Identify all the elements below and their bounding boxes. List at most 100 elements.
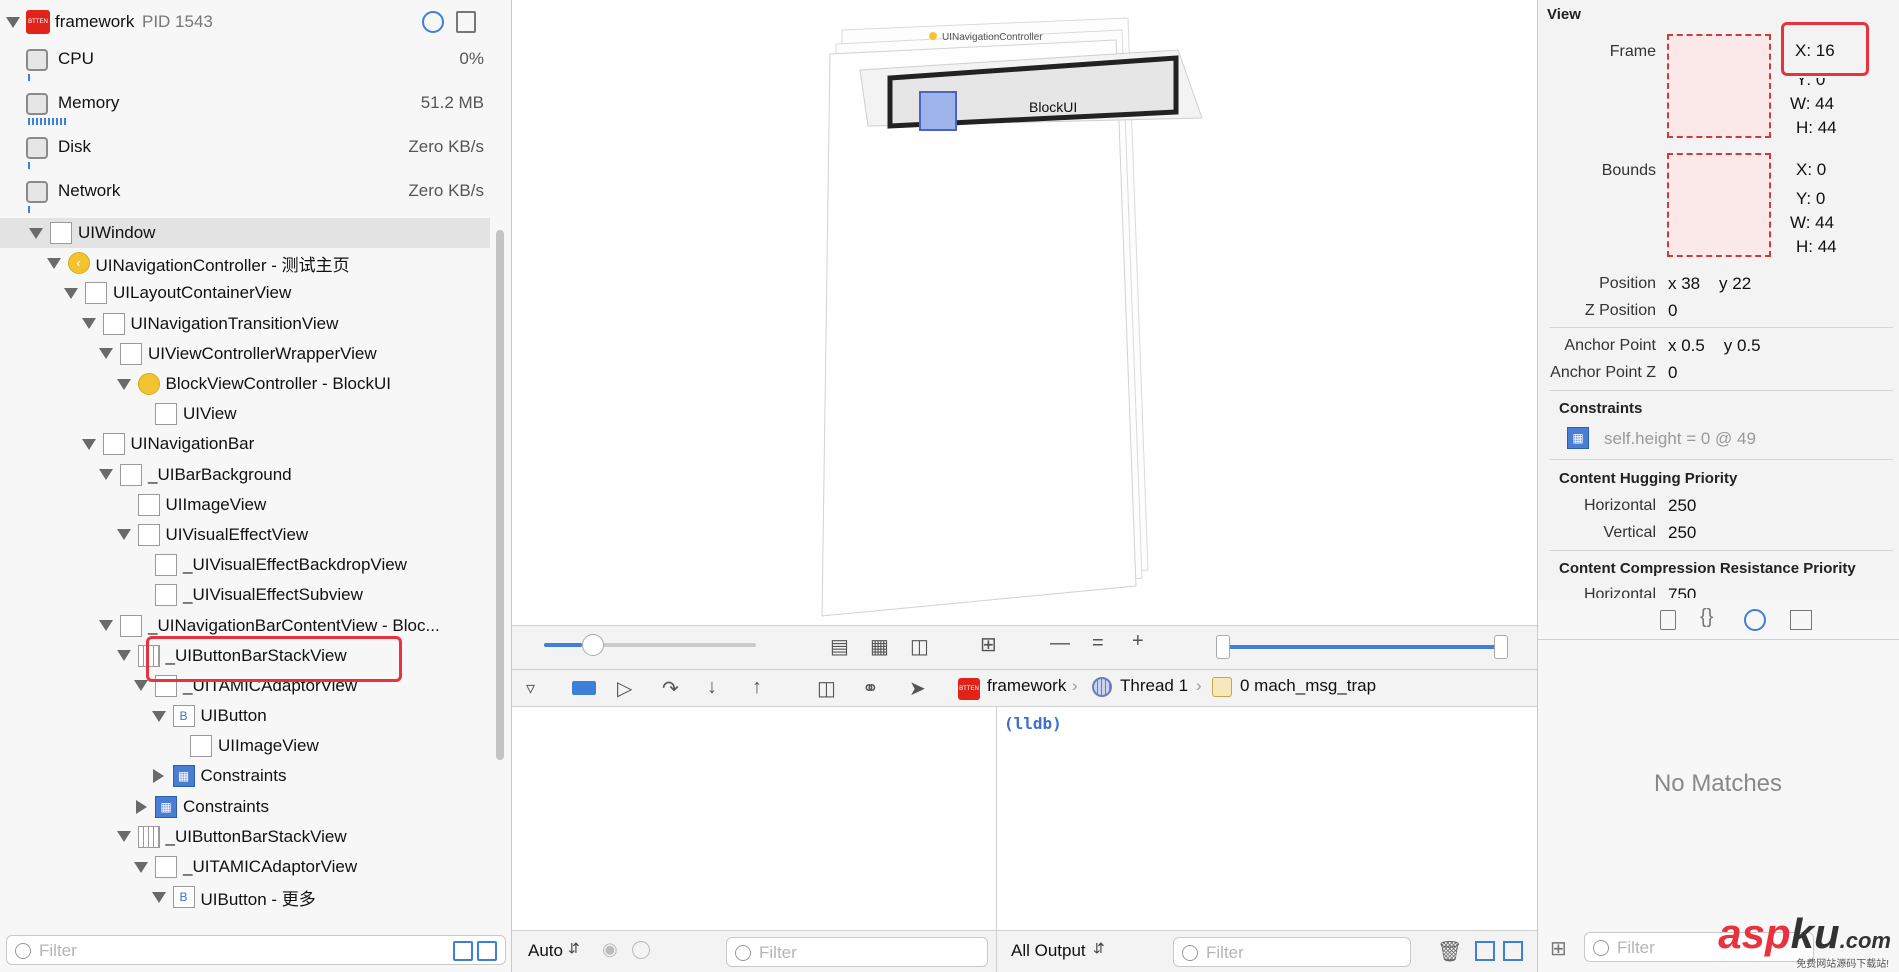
range-slider-right-thumb[interactable]	[1494, 635, 1508, 659]
disclosure-open-icon[interactable]	[116, 650, 131, 662]
disclosure-toggle[interactable]	[98, 618, 114, 634]
disclosure-open-icon[interactable]	[116, 529, 131, 541]
tree-row[interactable]: UIWindow	[0, 218, 490, 248]
tree-row[interactable]: ‹ UINavigationController - 测试主页	[0, 248, 490, 278]
debug-memory-graph-icon[interactable]: ⚭	[862, 676, 879, 701]
disclosure-open-icon[interactable]	[99, 620, 113, 632]
disclosure-toggle[interactable]	[116, 648, 132, 664]
range-slider-track[interactable]	[1216, 635, 1508, 659]
orient-3d-icon[interactable]: ⊞	[980, 632, 997, 657]
anchor-point-z-value[interactable]: 0	[1668, 363, 1677, 383]
hide-debug-area-icon[interactable]: ▿	[526, 678, 535, 699]
disclosure-toggle[interactable]	[81, 436, 97, 452]
disclosure-open-icon[interactable]	[46, 257, 61, 269]
navigator-filter-field[interactable]: Filter	[6, 935, 506, 965]
clip-content-icon[interactable]: ▤	[830, 634, 849, 659]
spacing-slider-track[interactable]	[544, 634, 756, 656]
range-slider-left-thumb[interactable]	[1216, 635, 1230, 659]
disclosure-open-icon[interactable]	[134, 861, 148, 873]
info-icon[interactable]	[632, 941, 650, 959]
disclosure-open-icon[interactable]	[81, 438, 96, 450]
frame-w[interactable]: W: 44	[1790, 94, 1834, 114]
change-mode-icon[interactable]: ◫	[910, 634, 929, 659]
split-left-icon[interactable]	[1475, 941, 1495, 961]
disclosure-open-icon[interactable]	[29, 227, 43, 239]
tree-row[interactable]: UINavigationTransitionView	[0, 309, 490, 339]
zoom-out-icon[interactable]: —	[1050, 632, 1070, 655]
disclosure-open-icon[interactable]	[151, 710, 166, 722]
disclosure-open-icon[interactable]	[151, 891, 166, 903]
disclosure-toggle[interactable]	[151, 889, 167, 905]
bounds-w[interactable]: W: 44	[1790, 213, 1834, 233]
simulate-location-icon[interactable]: ➤	[909, 676, 926, 701]
tree-row[interactable]: B UIButton - 更多	[0, 882, 490, 912]
position-value[interactable]: x 38 y 22	[1668, 274, 1751, 294]
frame-h[interactable]: H: 44	[1796, 118, 1837, 138]
disclosure-toggle[interactable]	[151, 768, 167, 784]
disclosure-open-icon[interactable]	[99, 348, 113, 360]
disclosure-open-icon[interactable]	[116, 378, 131, 390]
compression-h-value[interactable]: 750	[1668, 585, 1696, 598]
tree-row[interactable]: B UIButton	[0, 701, 490, 731]
disclosure-toggle[interactable]	[116, 829, 132, 845]
tree-row[interactable]: UIView	[0, 399, 490, 429]
navigator-scrollbar[interactable]	[496, 230, 504, 760]
tree-row[interactable]: UINavigationBar	[0, 429, 490, 459]
tree-row[interactable]: ▦ Constraints	[0, 761, 490, 791]
tree-row[interactable]: _UIVisualEffectSubview	[0, 580, 490, 610]
disclosure-toggle[interactable]	[133, 678, 149, 694]
disclosure-toggle[interactable]	[133, 859, 149, 875]
disclosure-open-icon[interactable]	[116, 831, 131, 843]
disclosure-closed-icon[interactable]	[153, 769, 164, 784]
show-constraints-toggle-icon[interactable]	[453, 941, 473, 961]
zoom-actual-icon[interactable]: =	[1092, 632, 1104, 655]
console-filter-field[interactable]: Filter	[1173, 937, 1411, 967]
gauge-disk[interactable]: Disk Zero KB/s	[0, 128, 500, 172]
tree-row[interactable]: UILayoutContainerView	[0, 278, 490, 308]
constraint-item[interactable]: self.height = 0 @ 49	[1604, 429, 1756, 449]
tree-row[interactable]: _UIVisualEffectBackdropView	[0, 550, 490, 580]
breakpoints-toggle-icon[interactable]	[572, 681, 596, 695]
tree-row[interactable]: _UIBarBackground	[0, 460, 490, 490]
anchor-point-value[interactable]: x 0.5 y 0.5	[1668, 336, 1761, 356]
bounds-x[interactable]: X: 0	[1796, 160, 1826, 180]
view-memory-icon[interactable]	[456, 11, 476, 33]
file-template-icon[interactable]	[1660, 610, 1676, 630]
disclosure-toggle[interactable]	[151, 708, 167, 724]
disclosure-toggle[interactable]	[133, 799, 149, 815]
disclosure-toggle[interactable]	[98, 346, 114, 362]
disclosure-closed-icon[interactable]	[135, 799, 147, 814]
gauge-icon[interactable]	[422, 11, 444, 33]
selected-button-layer[interactable]	[919, 91, 957, 131]
object-library-icon[interactable]	[1744, 609, 1766, 631]
tree-row[interactable]: UIViewControllerWrapperView	[0, 339, 490, 369]
disclosure-open-icon[interactable]	[64, 287, 78, 299]
disclosure-open-icon[interactable]	[81, 318, 96, 330]
process-header[interactable]: BTTEN framework PID 1543	[0, 0, 500, 44]
trash-icon[interactable]: 🗑	[1437, 939, 1462, 964]
disclosure-toggle[interactable]	[46, 255, 62, 271]
disclosure-toggle[interactable]	[98, 467, 114, 483]
disclosure-toggle[interactable]	[116, 376, 132, 392]
disclosure-open-icon[interactable]	[99, 469, 113, 481]
auto-selector[interactable]: Auto	[528, 941, 563, 961]
breadcrumb-thread[interactable]: Thread 1	[1120, 676, 1188, 696]
variables-filter-field[interactable]: Filter	[726, 937, 988, 967]
quick-look-icon[interactable]: ◉	[602, 939, 618, 960]
view-debugger-canvas[interactable]: UINavigationController BlockUI	[512, 0, 1537, 625]
tree-row[interactable]: UIVisualEffectView	[0, 520, 490, 550]
disclosure-toggle[interactable]	[116, 527, 132, 543]
zoom-in-icon[interactable]: +	[1132, 630, 1144, 653]
tree-row[interactable]: BlockViewController - BlockUI	[0, 369, 490, 399]
split-right-icon[interactable]	[1503, 941, 1523, 961]
tree-row[interactable]: _UIButtonBarStackView	[0, 822, 490, 852]
gauge-cpu[interactable]: CPU 0%	[0, 40, 500, 84]
step-out-icon[interactable]: ↑	[752, 676, 762, 699]
continue-icon[interactable]: ▷	[617, 676, 632, 701]
debug-view-hierarchy-icon[interactable]: ◫	[817, 676, 836, 701]
disclosure-toggle[interactable]	[28, 225, 44, 241]
bounds-h[interactable]: H: 44	[1796, 237, 1837, 257]
disclosure-toggle[interactable]	[81, 316, 97, 332]
code-snippet-icon[interactable]: {}	[1700, 606, 1713, 629]
breadcrumb-process[interactable]: framework	[987, 676, 1066, 696]
